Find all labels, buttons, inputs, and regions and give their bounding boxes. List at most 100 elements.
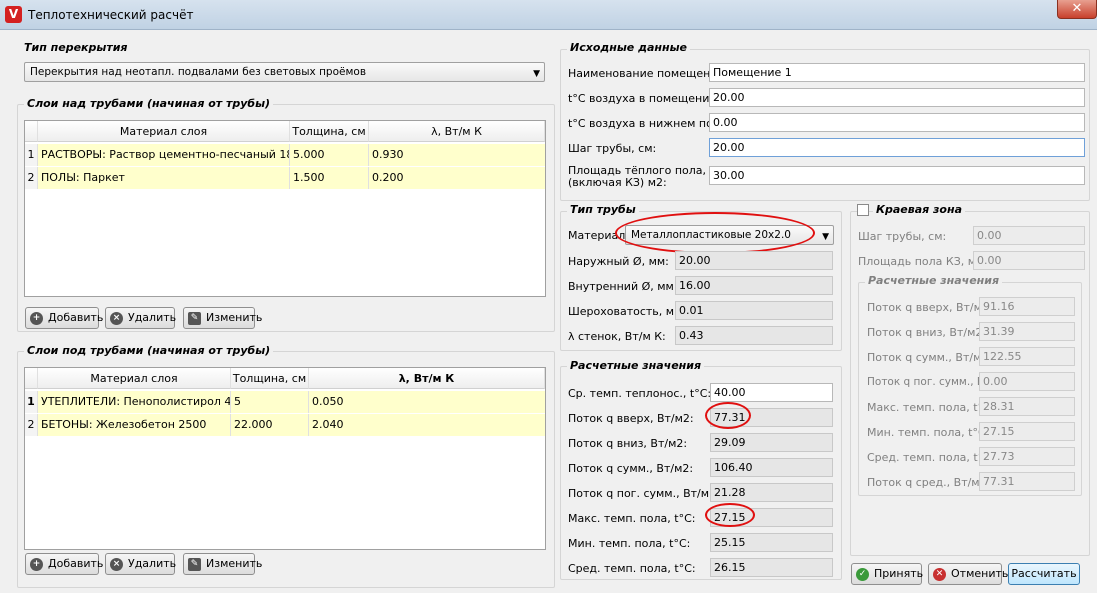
add-button-label: Добавить bbox=[48, 557, 104, 570]
cell-lambda[interactable]: 0.930 bbox=[369, 144, 545, 166]
calculate-button[interactable]: Рассчитать bbox=[1008, 563, 1080, 585]
edge-q-sum-label: Поток q сумм., Вт/м2: bbox=[867, 351, 993, 364]
roughness-value: 0.01 bbox=[675, 301, 833, 320]
annotation-circle bbox=[705, 402, 751, 429]
results-section-title: Расчетные значения bbox=[567, 359, 705, 372]
edit-button-label: Изменить bbox=[206, 311, 263, 324]
table-row[interactable]: 1 УТЕПЛИТЕЛИ: Пенополистирол 40 5 0.050 bbox=[25, 391, 545, 413]
cell-thickness[interactable]: 5.000 bbox=[290, 144, 369, 166]
delete-layer-above-button[interactable]: × Удалить bbox=[105, 307, 177, 329]
window-titlebar[interactable]: V Теплотехнический расчёт ✕ bbox=[0, 0, 1097, 30]
edge-max-temp-value: 28.31 bbox=[979, 397, 1075, 416]
window-title: Теплотехнический расчёт bbox=[28, 8, 194, 22]
layers-above-section-title: Слои над трубами (начиная от трубы) bbox=[24, 97, 274, 110]
cell-lambda[interactable]: 2.040 bbox=[309, 414, 545, 436]
chevron-down-icon: ▼ bbox=[822, 232, 829, 242]
min-temp-value: 25.15 bbox=[710, 533, 833, 552]
pipe-step-label: Шаг трубы, см: bbox=[568, 142, 657, 155]
lower-air-temp-input[interactable]: 0.00 bbox=[709, 113, 1085, 132]
edge-mid-temp-value: 27.73 bbox=[979, 447, 1075, 466]
outer-d-value: 20.00 bbox=[675, 251, 833, 270]
accept-button-label: Принять bbox=[874, 567, 924, 580]
cell-material[interactable]: РАСТВОРЫ: Раствор цементно-песчаный 1800 bbox=[38, 144, 290, 166]
wall-lambda-value: 0.43 bbox=[675, 326, 833, 345]
edit-layer-above-button[interactable]: ✎ Изменить bbox=[183, 307, 262, 329]
warm-area-input[interactable]: 30.00 bbox=[709, 166, 1085, 185]
cell-material[interactable]: УТЕПЛИТЕЛИ: Пенополистирол 40 bbox=[38, 391, 231, 413]
table-row[interactable]: 2 ПОЛЫ: Паркет 1.500 0.200 bbox=[25, 167, 545, 189]
pencil-icon: ✎ bbox=[188, 312, 201, 325]
floor-type-select[interactable]: Перекрытия над неотапл. подвалами без св… bbox=[24, 62, 545, 82]
add-layer-above-button[interactable]: + Добавить bbox=[25, 307, 103, 329]
edge-q-down-value: 31.39 bbox=[979, 322, 1075, 341]
q-down-label: Поток q вниз, Вт/м2: bbox=[568, 437, 688, 450]
inner-d-value: 16.00 bbox=[675, 276, 833, 295]
edge-area-label: Площадь пола КЗ, м2: bbox=[858, 255, 987, 268]
q-sum-label: Поток q сумм., Вт/м2: bbox=[568, 462, 694, 475]
q-lin-label: Поток q пог. сумм., Вт/м.п.: bbox=[568, 487, 727, 500]
edge-q-up-value: 91.16 bbox=[979, 297, 1075, 316]
column-header-thickness[interactable]: Толщина, см bbox=[290, 121, 369, 142]
q-down-value: 29.09 bbox=[710, 433, 833, 452]
dialog-body: Тип перекрытия Перекрытия над неотапл. п… bbox=[5, 31, 1092, 593]
column-header-lambda[interactable]: λ, Вт/м К bbox=[309, 368, 545, 389]
column-header-thickness[interactable]: Толщина, см bbox=[231, 368, 309, 389]
delete-button-label: Удалить bbox=[128, 557, 177, 570]
delete-layer-below-button[interactable]: × Удалить bbox=[105, 553, 177, 575]
checkmark-icon: ✓ bbox=[856, 568, 869, 581]
cell-thickness[interactable]: 5 bbox=[231, 391, 309, 413]
air-temp-label: t°C воздуха в помещении: bbox=[568, 92, 721, 105]
plus-icon: + bbox=[30, 558, 43, 571]
cell-thickness[interactable]: 22.000 bbox=[231, 414, 309, 436]
close-button[interactable]: ✕ bbox=[1057, 0, 1097, 19]
edge-q-mid-label: Поток q сред., Вт/м2: bbox=[867, 476, 991, 489]
layers-above-table[interactable]: Материал слоя Толщина, см λ, Вт/м К 1 РА… bbox=[24, 120, 546, 297]
pencil-icon: ✎ bbox=[188, 558, 201, 571]
row-number: 1 bbox=[25, 144, 38, 166]
edit-layer-below-button[interactable]: ✎ Изменить bbox=[183, 553, 262, 575]
annotation-circle bbox=[705, 503, 755, 527]
cell-material[interactable]: ПОЛЫ: Паркет bbox=[38, 167, 290, 189]
edge-q-up-label: Поток q вверх, Вт/м2: bbox=[867, 301, 993, 314]
cell-material[interactable]: БЕТОНЫ: Железобетон 2500 bbox=[38, 414, 231, 436]
layers-below-section-title: Слои под трубами (начиная от трубы) bbox=[24, 344, 274, 357]
cancel-icon: ✕ bbox=[933, 568, 946, 581]
warm-area-label-2: (включая КЗ) м2: bbox=[568, 176, 667, 189]
floor-type-value: Перекрытия над неотапл. подвалами без св… bbox=[30, 66, 367, 78]
edge-zone-checkbox[interactable] bbox=[857, 204, 869, 216]
row-number: 2 bbox=[25, 167, 38, 189]
cancel-button[interactable]: ✕ Отменить bbox=[928, 563, 1008, 585]
edge-area-input[interactable]: 0.00 bbox=[973, 251, 1085, 270]
layers-below-table[interactable]: Материал слоя Толщина, см λ, Вт/м К 1 УТ… bbox=[24, 367, 546, 550]
wall-lambda-label: λ стенок, Вт/м К: bbox=[568, 330, 666, 343]
avg-temp-input[interactable]: 40.00 bbox=[710, 383, 833, 402]
row-number: 1 bbox=[25, 391, 38, 413]
avg-temp-label: Ср. темп. теплонос., t°C: bbox=[568, 387, 712, 400]
pipe-step-input[interactable]: 20.00 bbox=[709, 138, 1085, 157]
cell-lambda[interactable]: 0.200 bbox=[369, 167, 545, 189]
edge-pipe-step-input[interactable]: 0.00 bbox=[973, 226, 1085, 245]
initial-data-section-title: Исходные данные bbox=[567, 41, 691, 54]
min-temp-label: Мин. темп. пола, t°C: bbox=[568, 537, 691, 550]
table-row[interactable]: 2 БЕТОНЫ: Железобетон 2500 22.000 2.040 bbox=[25, 414, 545, 436]
add-layer-below-button[interactable]: + Добавить bbox=[25, 553, 103, 575]
cancel-button-label: Отменить bbox=[951, 567, 1009, 580]
table-row[interactable]: 1 РАСТВОРЫ: Раствор цементно-песчаный 18… bbox=[25, 144, 545, 166]
max-temp-label: Макс. темп. пола, t°C: bbox=[568, 512, 696, 525]
column-header-lambda[interactable]: λ, Вт/м К bbox=[369, 121, 545, 142]
mid-temp-label: Сред. темп. пола, t°C: bbox=[568, 562, 696, 575]
edge-q-sum-value: 122.55 bbox=[979, 347, 1075, 366]
edge-mid-temp-label: Сред. темп. пола, t°C: bbox=[867, 451, 995, 464]
cell-thickness[interactable]: 1.500 bbox=[290, 167, 369, 189]
edit-button-label: Изменить bbox=[206, 557, 263, 570]
accept-button[interactable]: ✓ Принять bbox=[851, 563, 924, 585]
room-name-input[interactable]: Помещение 1 bbox=[709, 63, 1085, 82]
column-header-material[interactable]: Материал слоя bbox=[38, 368, 231, 389]
cell-lambda[interactable]: 0.050 bbox=[309, 391, 545, 413]
air-temp-input[interactable]: 20.00 bbox=[709, 88, 1085, 107]
delete-button-label: Удалить bbox=[128, 311, 177, 324]
q-lin-value: 21.28 bbox=[710, 483, 833, 502]
edge-results-section-title: Расчетные значения bbox=[865, 274, 1003, 287]
edge-pipe-step-label: Шаг трубы, см: bbox=[858, 230, 947, 243]
column-header-material[interactable]: Материал слоя bbox=[38, 121, 290, 142]
